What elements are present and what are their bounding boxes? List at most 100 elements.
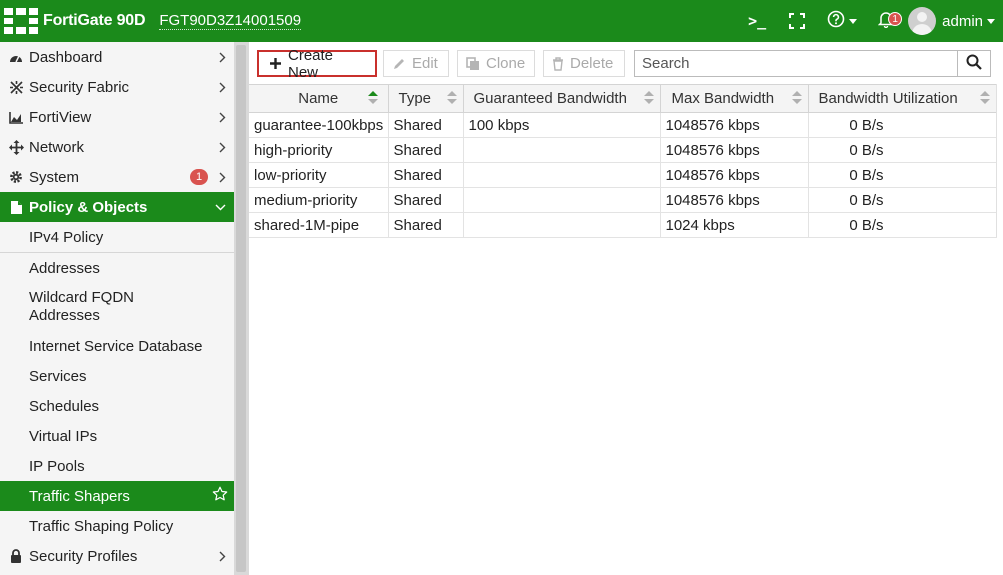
cell-max-bandwidth: 1024 kbps [660,212,809,238]
chevron-right-icon [219,541,226,571]
username: admin [942,12,983,30]
sidebar-subitem-schedules[interactable]: Schedules [0,391,234,421]
column-header-label: Type [398,90,432,107]
column-header-label: Guaranteed Bandwidth [473,90,627,107]
cell-bandwidth-utilization: 0 B/s [808,212,997,238]
sort-ascending-icon [367,91,378,105]
help-icon [827,10,845,32]
notifications-button[interactable]: 1 [866,0,906,42]
column-header-type[interactable]: Type [388,84,464,113]
cell-type: Shared [388,212,464,238]
sort-icon [979,91,990,105]
move-icon [8,139,24,155]
sidebar-subitem-ipv4-policy[interactable]: IPv4 Policy [0,222,234,252]
sidebar-subitem-internet-service-db[interactable]: Internet Service Database [0,331,234,361]
star-favorite-icon[interactable] [212,486,228,506]
device-serial[interactable]: FGT90D3Z14001509 [159,12,302,30]
search-icon [966,54,982,74]
cell-type: Shared [388,187,464,213]
cell-max-bandwidth: 1048576 kbps [660,112,809,138]
create-new-button[interactable]: Create New [257,47,377,81]
chevron-down-icon [987,18,995,24]
table-right-border [996,84,997,237]
cell-max-bandwidth: 1048576 kbps [660,187,809,213]
column-header-label: Max Bandwidth [671,90,775,107]
cell-guaranteed-bandwidth [463,212,661,238]
dashboard-icon [8,49,24,65]
clone-label: Clone [486,55,526,72]
sidebar-subitem-virtual-ips[interactable]: Virtual IPs [0,421,234,451]
sidebar-subitem-traffic-shaping-policy[interactable]: Traffic Shaping Policy [0,511,234,541]
sidebar-item-security-profiles[interactable]: Security Profiles [0,541,234,571]
traffic-shapers-table: Name Type Guaranteed Bandwidth Max Bandw… [249,84,997,238]
sidebar-item-label: Traffic Shapers [29,487,130,505]
system-alert-badge: 1 [190,169,208,185]
chevron-down-icon [215,192,226,222]
cell-name: low-priority [249,162,389,188]
sidebar-item-policy-objects[interactable]: Policy & Objects [0,192,234,222]
plus-icon [269,57,282,70]
column-header-guaranteed-bandwidth[interactable]: Guaranteed Bandwidth [463,84,661,113]
chevron-right-icon [219,72,226,102]
sidebar-item-label: Security Profiles [29,547,138,565]
device-model: FortiGate 90D [43,12,146,29]
search-button[interactable] [957,51,990,76]
table-row[interactable]: high-priority Shared 1048576 kbps 0 B/s [249,137,997,163]
chevron-right-icon [219,132,226,162]
cell-guaranteed-bandwidth: 100 kbps [463,112,661,138]
help-menu-button[interactable] [822,0,862,42]
avatar [908,7,937,35]
table-row[interactable]: low-priority Shared 1048576 kbps 0 B/s [249,162,997,188]
create-new-label: Create New [288,46,334,81]
column-header-label: Name [298,90,339,107]
sort-icon [791,91,802,105]
sidebar-subitem-addresses[interactable]: Addresses [0,253,234,283]
search-input[interactable] [635,51,957,76]
sidebar-subitem-ip-pools[interactable]: IP Pools [0,451,234,481]
cell-type: Shared [388,137,464,163]
sidebar-subitem-services[interactable]: Services [0,361,234,391]
column-header-bandwidth-utilization[interactable]: Bandwidth Utilization [808,84,997,113]
cell-name: high-priority [249,137,389,163]
cell-type: Shared [388,112,464,138]
top-bar: FortiGate 90D FGT90D3Z14001509 >_ 1 admi… [0,0,1003,42]
cell-bandwidth-utilization: 0 B/s [808,137,997,163]
trash-icon [552,56,564,71]
cell-bandwidth-utilization: 0 B/s [808,112,997,138]
sidebar-item-dashboard[interactable]: Dashboard [0,42,234,72]
cell-max-bandwidth: 1048576 kbps [660,162,809,188]
sidebar-item-network[interactable]: Network [0,132,234,162]
clone-button[interactable]: Clone [457,50,535,77]
sidebar-item-label: Network [29,138,85,156]
cli-console-icon[interactable]: >_ [740,0,774,42]
sidebar-subitem-traffic-shapers[interactable]: Traffic Shapers [0,481,234,511]
table-row[interactable]: shared-1M-pipe Shared 1024 kbps 0 B/s [249,212,997,238]
sidebar-item-fortiview[interactable]: FortiView [0,102,234,132]
sidebar-scrollbar-thumb[interactable] [236,45,246,572]
fabric-icon [8,79,24,95]
edit-button[interactable]: Edit [383,50,449,77]
delete-label: Delete [570,55,614,72]
chevron-right-icon [219,162,226,192]
table-row[interactable]: guarantee-100kbps Shared 100 kbps 104857… [249,112,997,138]
notification-count-badge: 1 [888,12,903,26]
sidebar-item-label: Dashboard [29,48,103,66]
column-header-max-bandwidth[interactable]: Max Bandwidth [660,84,809,113]
cell-guaranteed-bandwidth [463,162,661,188]
fullscreen-icon[interactable] [780,0,814,42]
column-header-name[interactable]: Name [249,84,389,113]
user-menu-button[interactable]: admin [908,0,995,42]
sort-icon [643,91,654,105]
sidebar-item-security-fabric[interactable]: Security Fabric [0,72,234,102]
cell-guaranteed-bandwidth [463,137,661,163]
sidebar-item-system[interactable]: System 1 [0,162,234,192]
delete-button[interactable]: Delete [543,50,625,77]
column-header-label: Bandwidth Utilization [818,90,958,107]
table-row[interactable]: medium-priority Shared 1048576 kbps 0 B/… [249,187,997,213]
chevron-right-icon [219,42,226,72]
cell-type: Shared [388,162,464,188]
sidebar-item-label: Wildcard FQDN Addresses [29,289,135,324]
cell-name: medium-priority [249,187,389,213]
sidebar-subitem-wildcard-fqdn[interactable]: Wildcard FQDN Addresses [0,283,234,331]
sidebar-item-label: Policy & Objects [29,198,148,216]
